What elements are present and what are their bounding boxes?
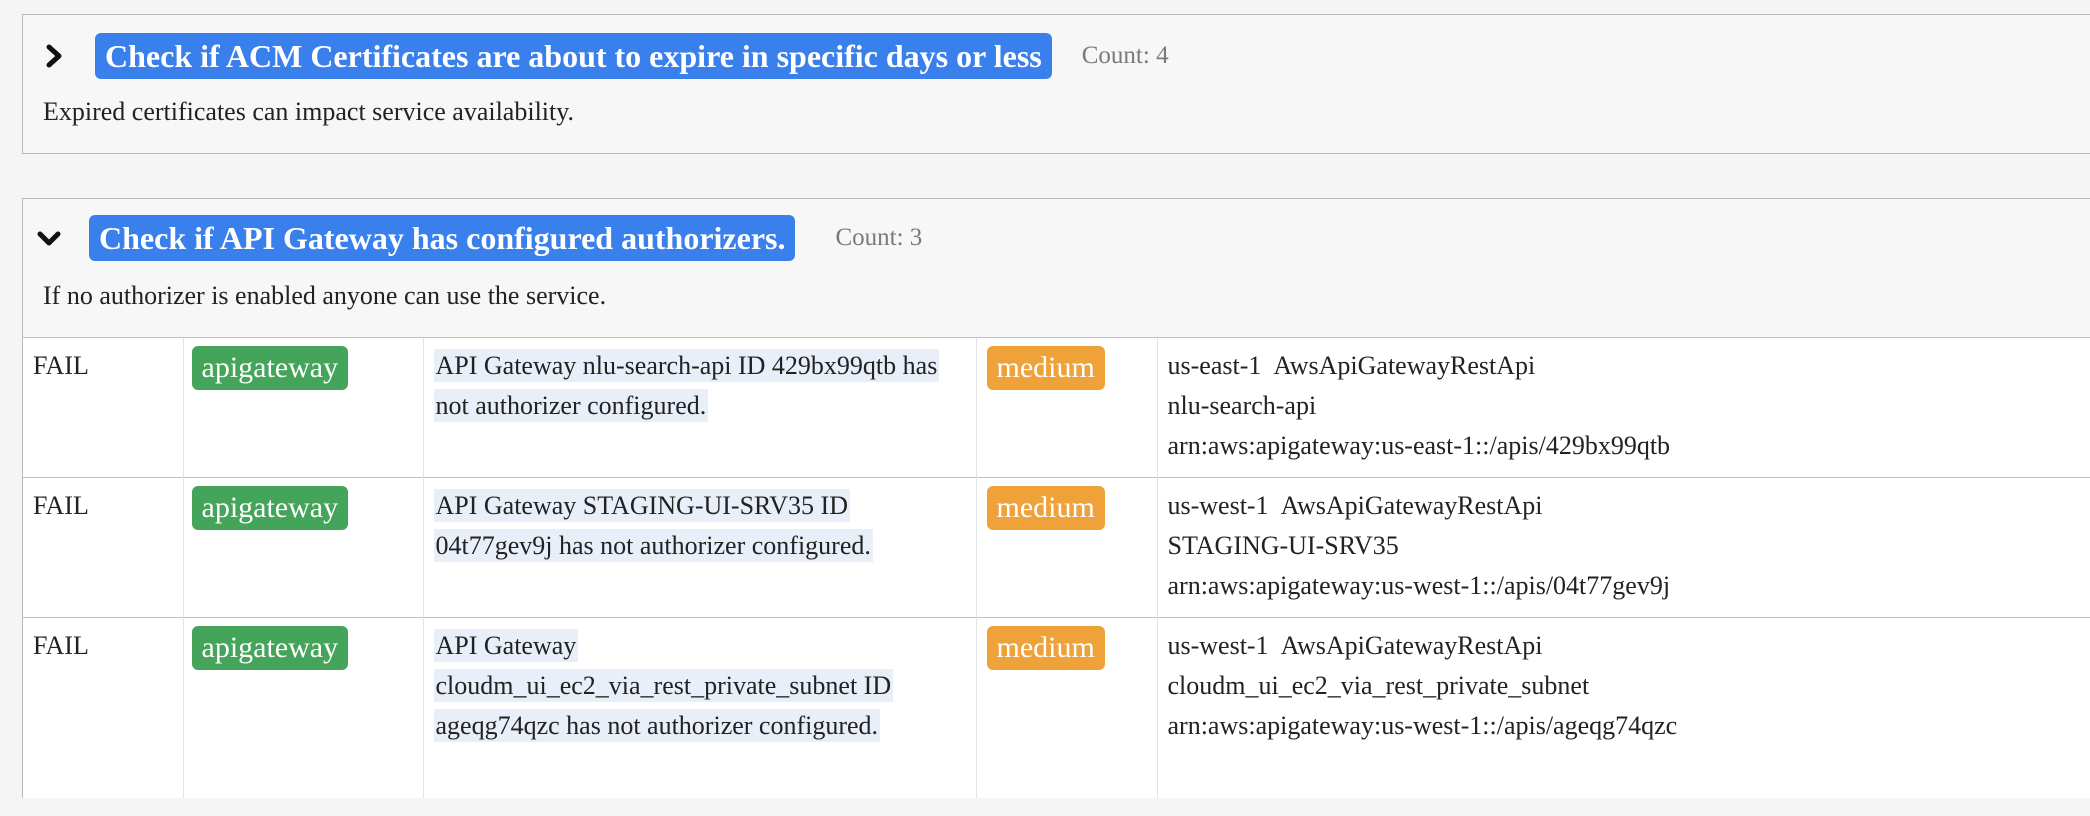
resource-arn: arn:aws:apigateway:us-east-1::/apis/429b… bbox=[1167, 431, 1671, 460]
finding-message-cell: API Gateway STAGING-UI-SRV35 ID 04t77gev… bbox=[422, 477, 976, 618]
resource-arn: arn:aws:apigateway:us-west-1::/apis/ageq… bbox=[1167, 711, 1678, 740]
findings-table: FAIL apigateway API Gateway nlu-search-a… bbox=[23, 337, 2090, 798]
service-badge: apigateway bbox=[191, 346, 349, 390]
finding-resource-cell: us-west-1 AwsApiGatewayRestApi STAGING-UI… bbox=[1156, 477, 2090, 618]
check-header[interactable]: Check if API Gateway has configured auth… bbox=[31, 215, 922, 261]
finding-service-cell: apigateway bbox=[182, 337, 423, 478]
finding-status: FAIL bbox=[23, 477, 183, 618]
resource-type: AwsApiGatewayRestApi bbox=[1280, 631, 1543, 660]
finding-message: API Gateway STAGING-UI-SRV35 ID 04t77gev… bbox=[433, 489, 873, 562]
check-description: If no authorizer is enabled anyone can u… bbox=[43, 281, 607, 310]
severity-badge: medium bbox=[986, 626, 1105, 670]
check-panel-acm: Check if ACM Certificates are about to e… bbox=[22, 14, 2090, 154]
finding-row[interactable]: FAIL apigateway API Gateway STAGING-UI-S… bbox=[23, 477, 2090, 618]
resource-name: STAGING-UI-SRV35 bbox=[1167, 531, 1399, 560]
finding-message: API Gateway nlu-search-api ID 429bx99qtb… bbox=[433, 349, 940, 422]
service-badge: apigateway bbox=[191, 626, 349, 670]
finding-message: API Gateway cloudm_ui_ec2_via_rest_priva… bbox=[433, 629, 894, 742]
severity-badge: medium bbox=[986, 486, 1105, 530]
check-title[interactable]: Check if ACM Certificates are about to e… bbox=[95, 33, 1052, 79]
resource-arn: arn:aws:apigateway:us-west-1::/apis/04t7… bbox=[1167, 571, 1671, 600]
check-panel-api-gateway: Check if API Gateway has configured auth… bbox=[22, 198, 2090, 798]
resource-region: us-east-1 bbox=[1167, 351, 1262, 380]
resource-region: us-west-1 bbox=[1167, 631, 1269, 660]
finding-service-cell: apigateway bbox=[182, 617, 423, 798]
finding-message-cell: API Gateway cloudm_ui_ec2_via_rest_priva… bbox=[422, 617, 976, 798]
check-title[interactable]: Check if API Gateway has configured auth… bbox=[89, 215, 796, 261]
finding-resource-cell: us-east-1 AwsApiGatewayRestApi nlu-search… bbox=[1156, 337, 2090, 478]
service-badge: apigateway bbox=[191, 486, 349, 530]
check-count: Count: 4 bbox=[1081, 42, 1169, 69]
severity-badge: medium bbox=[986, 346, 1105, 390]
finding-service-cell: apigateway bbox=[182, 477, 423, 618]
finding-severity-cell: medium bbox=[975, 337, 1157, 478]
finding-severity-cell: medium bbox=[975, 477, 1157, 618]
finding-row[interactable]: FAIL apigateway API Gateway cloudm_ui_ec… bbox=[23, 617, 2090, 798]
chevron-down-icon[interactable] bbox=[31, 220, 67, 256]
check-header[interactable]: Check if ACM Certificates are about to e… bbox=[37, 33, 1169, 79]
finding-severity-cell: medium bbox=[975, 617, 1157, 798]
finding-resource-cell: us-west-1 AwsApiGatewayRestApi cloudm_ui_… bbox=[1156, 617, 2090, 798]
resource-region: us-west-1 bbox=[1167, 491, 1269, 520]
resource-name: cloudm_ui_ec2_via_rest_private_subnet bbox=[1167, 671, 1590, 700]
resource-type: AwsApiGatewayRestApi bbox=[1273, 351, 1536, 380]
finding-status: FAIL bbox=[23, 617, 183, 798]
chevron-right-icon[interactable] bbox=[37, 38, 73, 74]
resource-name: nlu-search-api bbox=[1167, 391, 1317, 420]
finding-message-cell: API Gateway nlu-search-api ID 429bx99qtb… bbox=[422, 337, 976, 478]
resource-type: AwsApiGatewayRestApi bbox=[1280, 491, 1543, 520]
finding-row[interactable]: FAIL apigateway API Gateway nlu-search-a… bbox=[23, 337, 2090, 478]
check-description: Expired certificates can impact service … bbox=[43, 97, 575, 126]
check-count: Count: 3 bbox=[835, 224, 923, 251]
finding-status: FAIL bbox=[23, 337, 183, 478]
